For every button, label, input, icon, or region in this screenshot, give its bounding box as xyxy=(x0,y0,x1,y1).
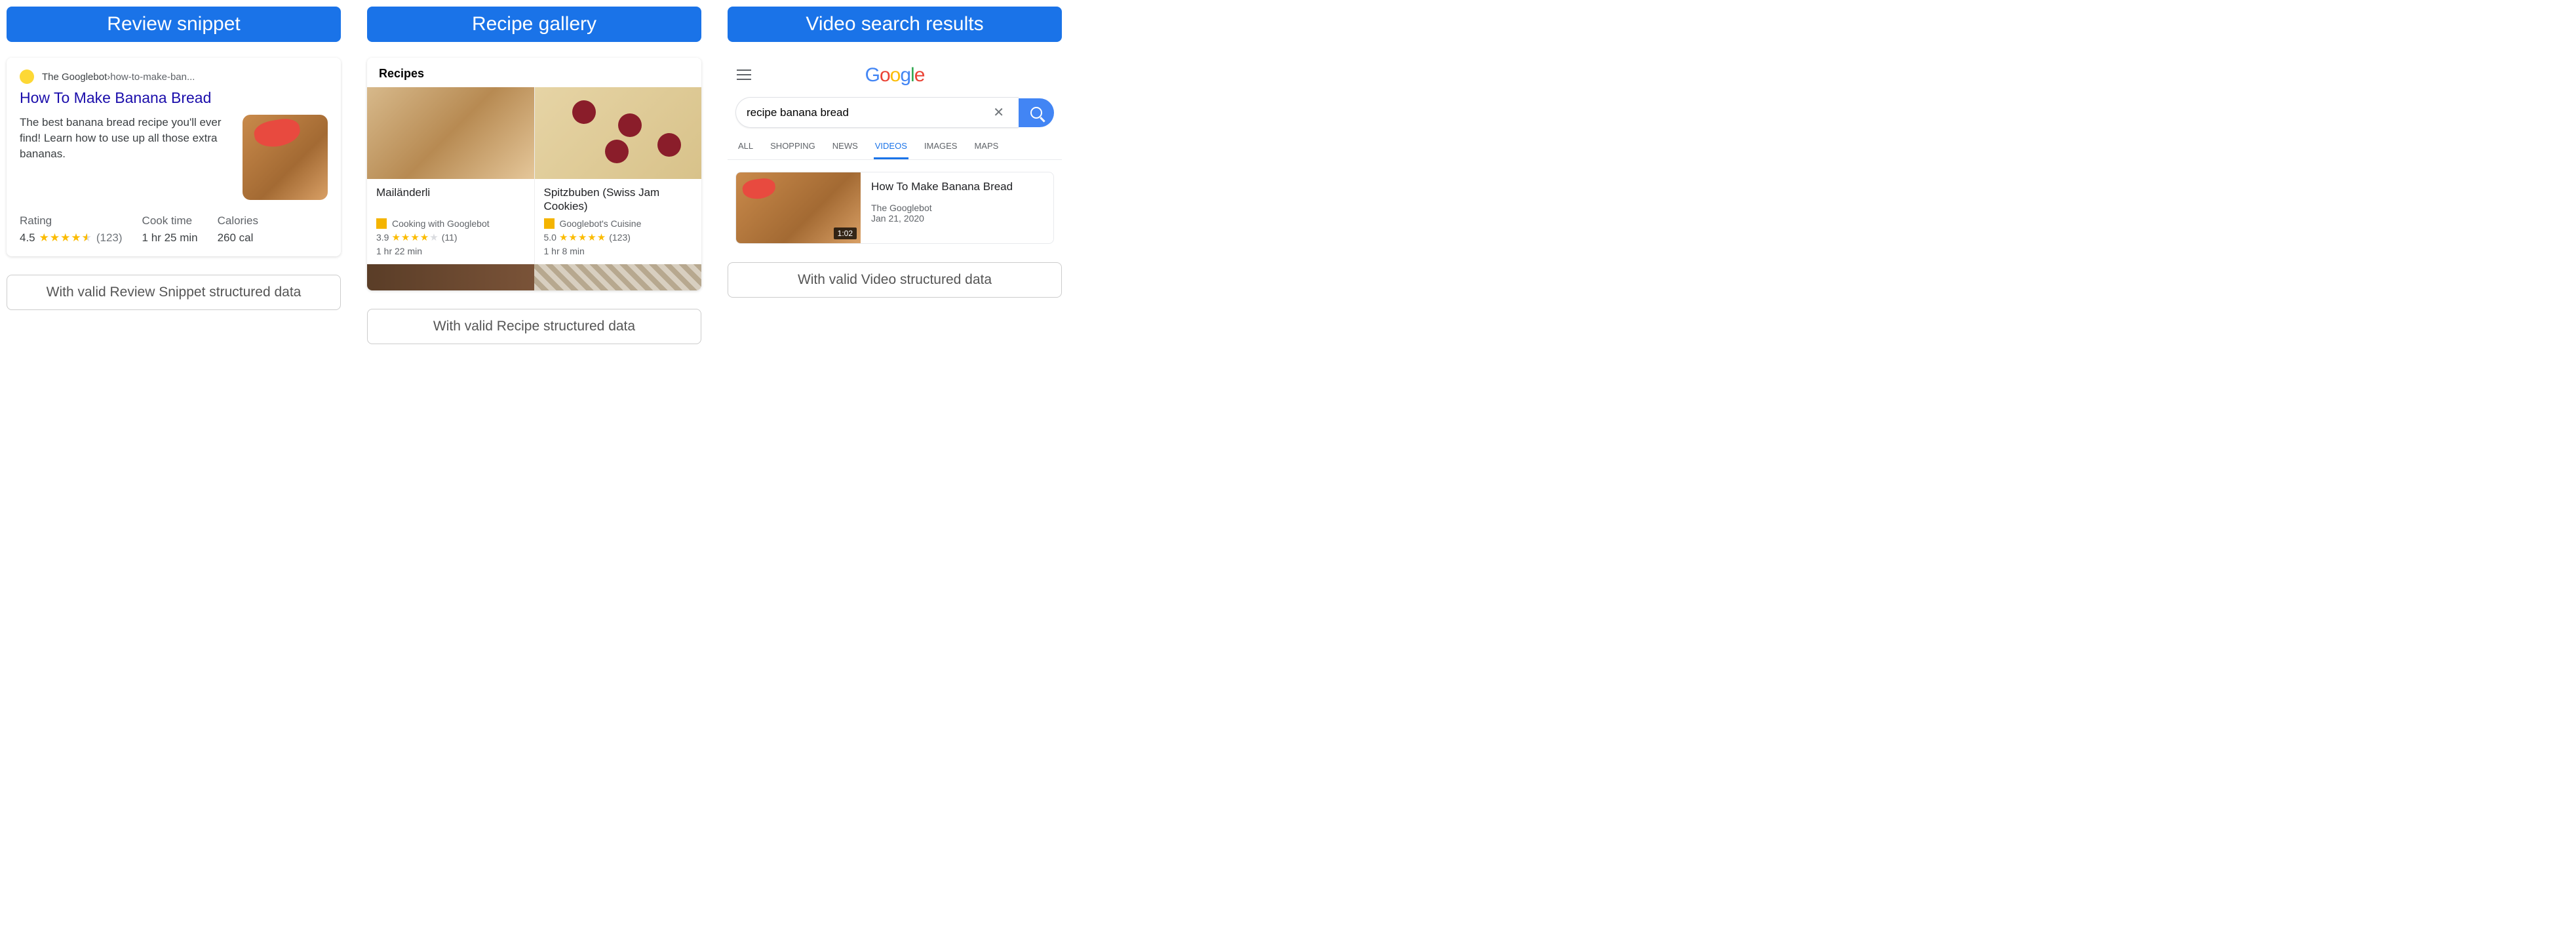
recipe-time: 1 hr 8 min xyxy=(544,246,693,256)
recipe-thumbnail xyxy=(367,87,534,179)
recipe-body: Spitzbuben (Swiss Jam Cookies) Googlebot… xyxy=(535,179,702,264)
recipe-body: Mailänderli Cooking with Googlebot 3.9 ★… xyxy=(367,179,534,264)
footer-recipe-gallery: With valid Recipe structured data xyxy=(367,309,701,344)
column-recipe-gallery: Recipe gallery Recipes Mailänderli Cooki… xyxy=(367,7,701,344)
logo-letter: g xyxy=(900,64,910,86)
header-review-snippet: Review snippet xyxy=(7,7,341,42)
recipe-source: Googlebot's Cuisine xyxy=(544,218,693,229)
tab-videos[interactable]: VIDEOS xyxy=(874,134,908,159)
logo-letter: o xyxy=(880,64,890,86)
result-description: The best banana bread recipe you'll ever… xyxy=(20,115,232,200)
source-favicon-icon xyxy=(376,218,387,229)
source-favicon-icon xyxy=(544,218,555,229)
video-thumbnail: 1:02 xyxy=(736,172,861,243)
breadcrumb-site: The Googlebot xyxy=(42,71,107,83)
rating-number: 3.9 xyxy=(376,232,389,243)
video-channel: The Googlebot xyxy=(871,203,1013,213)
clear-icon[interactable]: ✕ xyxy=(989,104,1008,121)
recipe-name: Spitzbuben (Swiss Jam Cookies) xyxy=(544,186,693,214)
metric-cooktime: Cook time 1 hr 25 min xyxy=(142,214,198,245)
rating-number: 5.0 xyxy=(544,232,556,243)
calories-label: Calories xyxy=(218,214,258,227)
footer-review-snippet: With valid Review Snippet structured dat… xyxy=(7,275,341,310)
peek-thumbnail xyxy=(534,264,701,290)
rating-value-row: 4.5 ★★★★★ (123) xyxy=(20,231,123,245)
site-favicon-icon xyxy=(20,69,34,84)
recipe-rating: 3.9 ★★★★★ (11) xyxy=(376,231,525,243)
header-video-results: Video search results xyxy=(728,7,1062,42)
gallery-title: Recipes xyxy=(367,58,701,87)
calories-value: 260 cal xyxy=(218,231,258,245)
result-title-link[interactable]: How To Make Banana Bread xyxy=(20,89,328,107)
tab-maps[interactable]: MAPS xyxy=(973,134,1000,159)
footer-video-results: With valid Video structured data xyxy=(728,262,1062,298)
source-name: Cooking with Googlebot xyxy=(392,218,490,229)
metric-calories: Calories 260 cal xyxy=(218,214,258,245)
breadcrumb: The Googlebot › how-to-make-ban... xyxy=(20,69,328,84)
tab-news[interactable]: NEWS xyxy=(831,134,859,159)
logo-letter: e xyxy=(914,64,925,86)
video-title: How To Make Banana Bread xyxy=(871,180,1013,193)
star-icons: ★★★★★ xyxy=(391,231,439,243)
video-duration-badge: 1:02 xyxy=(834,227,857,239)
metric-rating: Rating 4.5 ★★★★★ (123) xyxy=(20,214,123,245)
rating-number: 4.5 xyxy=(20,231,35,245)
serp-topbar: Google xyxy=(728,58,1062,97)
column-video-results: Video search results Google ✕ ALL SHOP xyxy=(728,7,1062,298)
column-review-snippet: Review snippet The Googlebot › how-to-ma… xyxy=(7,7,341,310)
recipe-thumbnail xyxy=(535,87,702,179)
review-snippet-card[interactable]: The Googlebot › how-to-make-ban... How T… xyxy=(7,58,341,256)
breadcrumb-path: how-to-make-ban... xyxy=(110,71,195,83)
tab-images[interactable]: IMAGES xyxy=(923,134,959,159)
menu-icon[interactable] xyxy=(737,69,751,80)
recipe-source: Cooking with Googlebot xyxy=(376,218,525,229)
recipe-time: 1 hr 22 min xyxy=(376,246,525,256)
rating-count: (123) xyxy=(96,231,123,245)
logo-letter: G xyxy=(865,64,880,86)
recipe-gallery-card: Recipes Mailänderli Cooking with Googleb… xyxy=(367,58,701,290)
tab-shopping[interactable]: SHOPPING xyxy=(769,134,817,159)
cooktime-label: Cook time xyxy=(142,214,198,227)
google-logo[interactable]: Google xyxy=(865,64,925,87)
source-name: Googlebot's Cuisine xyxy=(560,218,642,229)
result-metrics: Rating 4.5 ★★★★★ (123) Cook time 1 hr 25… xyxy=(20,214,328,245)
result-body: The best banana bread recipe you'll ever… xyxy=(20,115,328,200)
video-info: How To Make Banana Bread The Googlebot J… xyxy=(861,172,1023,243)
video-serp-card: Google ✕ ALL SHOPPING NEWS VIDEOS IMAGES… xyxy=(728,58,1062,244)
recipe-rating: 5.0 ★★★★★ (123) xyxy=(544,231,693,243)
gallery-row: Mailänderli Cooking with Googlebot 3.9 ★… xyxy=(367,87,701,264)
search-icon xyxy=(1030,107,1042,119)
gallery-peek-strip xyxy=(367,264,701,290)
three-column-layout: Review snippet The Googlebot › how-to-ma… xyxy=(7,7,2569,344)
header-recipe-gallery: Recipe gallery xyxy=(367,7,701,42)
recipe-tile[interactable]: Spitzbuben (Swiss Jam Cookies) Googlebot… xyxy=(535,87,702,264)
result-thumbnail xyxy=(243,115,328,200)
rating-label: Rating xyxy=(20,214,123,227)
recipe-name: Mailänderli xyxy=(376,186,525,214)
video-date: Jan 21, 2020 xyxy=(871,213,1013,224)
logo-letter: o xyxy=(890,64,901,86)
video-result-card[interactable]: 1:02 How To Make Banana Bread The Google… xyxy=(735,172,1054,244)
search-bar: ✕ xyxy=(735,97,1054,128)
rating-count: (11) xyxy=(442,232,458,243)
search-input[interactable] xyxy=(747,106,989,119)
peek-thumbnail xyxy=(367,264,534,290)
serp-tabs: ALL SHOPPING NEWS VIDEOS IMAGES MAPS xyxy=(728,134,1062,160)
star-icons: ★★★★★ xyxy=(559,231,606,243)
tab-all[interactable]: ALL xyxy=(737,134,754,159)
search-box[interactable]: ✕ xyxy=(735,97,1019,128)
rating-count: (123) xyxy=(609,232,631,243)
star-icons: ★★★★★ xyxy=(39,231,92,245)
recipe-tile[interactable]: Mailänderli Cooking with Googlebot 3.9 ★… xyxy=(367,87,535,264)
search-button[interactable] xyxy=(1019,98,1054,127)
cooktime-value: 1 hr 25 min xyxy=(142,231,198,245)
